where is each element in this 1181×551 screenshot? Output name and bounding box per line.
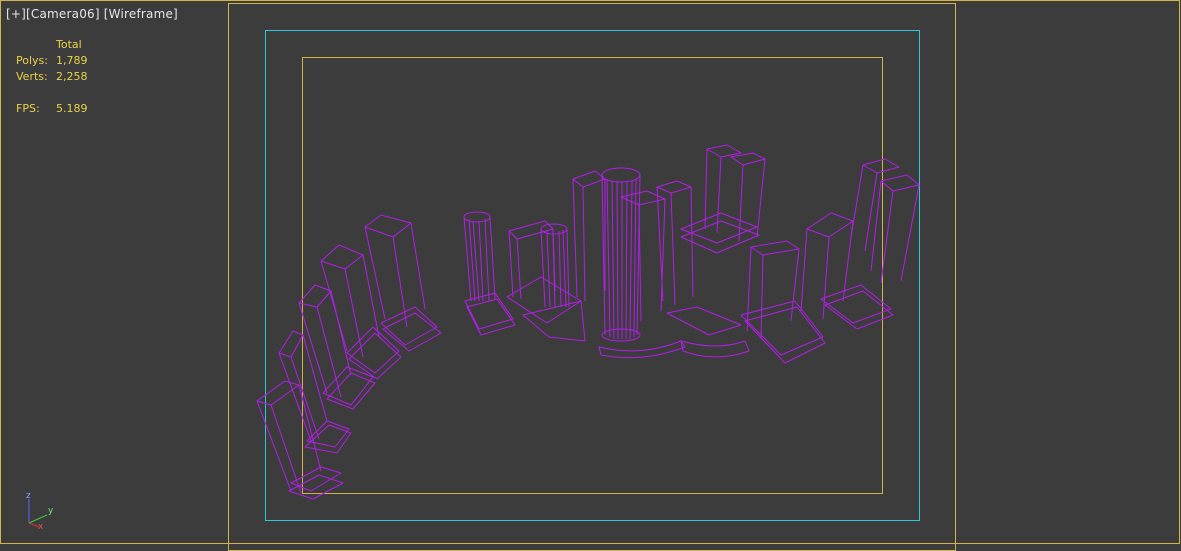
building-wireframe-left-4[interactable] [320, 244, 402, 380]
tower-wireframe-main-cylinder[interactable] [598, 167, 686, 359]
building-wireframe-left-3[interactable] [298, 284, 376, 410]
tower-wireframe-block-1[interactable] [506, 220, 586, 342]
tower-wireframe-cylinder-2[interactable] [540, 223, 570, 308]
axis-x-label: x [38, 522, 44, 529]
tower-wireframe-block-3[interactable] [656, 180, 750, 358]
wireframe-city-scene[interactable] [1, 1, 1181, 546]
tower-wireframe-right-tall[interactable] [850, 158, 920, 284]
tower-wireframe-block-2[interactable] [572, 170, 666, 322]
tower-wireframe-cylinder-1[interactable] [463, 211, 516, 336]
viewport-camera06[interactable]: [+][Camera06] [Wireframe] Total Polys: 1,… [0, 0, 1181, 551]
building-wireframe-left-1[interactable] [256, 380, 344, 500]
view-axis-tripod: z y x [26, 491, 54, 529]
axis-y-label: y [48, 506, 54, 516]
tower-wireframe-block-4[interactable] [680, 144, 766, 254]
tower-wireframe-block-5[interactable] [740, 240, 826, 364]
tower-wireframe-block-6[interactable] [800, 212, 894, 330]
axis-z-label: z [26, 491, 31, 501]
